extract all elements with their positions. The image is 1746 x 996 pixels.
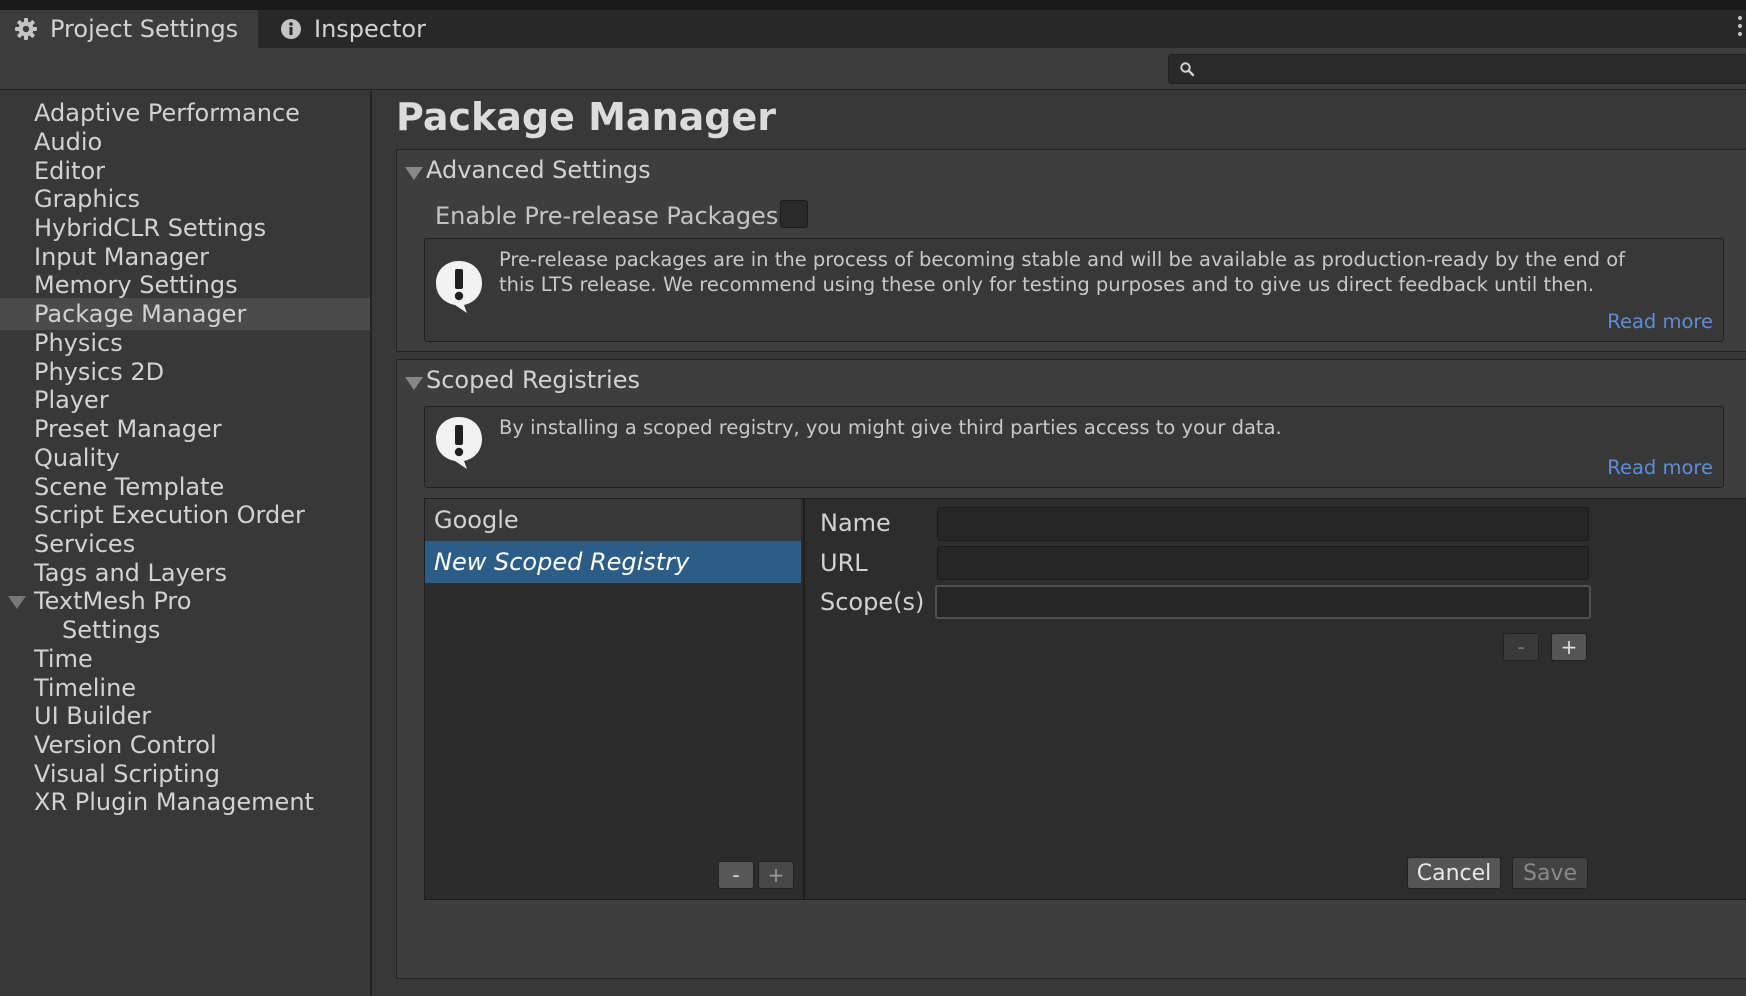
sidebar-item-services[interactable]: Services [0,528,370,560]
sidebar-item-label: Package Manager [34,300,247,328]
read-more-link[interactable]: Read more [1607,456,1713,479]
sidebar-item-label: Graphics [34,185,140,213]
warning-bubble-icon [433,415,485,475]
sidebar-item-hybridclr-settings[interactable]: HybridCLR Settings [0,212,370,244]
scope-field[interactable] [935,585,1591,619]
sidebar-item-physics[interactable]: Physics [0,327,370,359]
save-button[interactable]: Save [1512,857,1588,889]
sidebar-item-label: Timeline [34,674,137,702]
sidebar-item-label: Input Manager [34,243,209,271]
foldout-arrow-icon[interactable] [405,377,423,390]
sidebar-item-label: HybridCLR Settings [34,214,267,242]
add-registry-button[interactable]: + [758,861,794,889]
foldout-arrow-icon[interactable] [405,167,423,180]
sidebar-item-label: Settings [62,616,161,644]
sidebar-item-label: Time [34,645,93,673]
remove-scope-button[interactable]: - [1503,633,1539,661]
sidebar-item-label: TextMesh Pro [34,587,192,615]
window-top-strip [0,0,1746,10]
sidebar-item-script-execution-order[interactable]: Script Execution Order [0,499,370,531]
name-label: Name [820,509,891,537]
prerelease-help-box: Pre-release packages are in the process … [424,238,1724,342]
search-input[interactable] [1168,54,1746,84]
settings-content: Package Manager Advanced Settings Enable… [374,91,1746,996]
sidebar-item-memory-settings[interactable]: Memory Settings [0,269,370,301]
sidebar-item-label: Audio [34,128,103,156]
settings-toolbar [0,48,1746,90]
read-more-link[interactable]: Read more [1607,310,1713,333]
sidebar-item-package-manager[interactable]: Package Manager [0,298,370,330]
scoped-help-box: By installing a scoped registry, you mig… [424,406,1724,488]
sidebar-item-label: Script Execution Order [34,501,305,529]
sidebar-item-label: Tags and Layers [34,559,227,587]
info-icon [280,18,302,40]
prerelease-help-text: Pre-release packages are in the process … [499,248,1626,296]
scoped-registries-section: Scoped Registries By installing a scoped… [396,359,1746,979]
tab-bar: Project Settings Inspector [0,10,1746,48]
sidebar-item-graphics[interactable]: Graphics [0,183,370,215]
settings-sidebar: Adaptive Performance Audio Editor Graphi… [0,91,372,996]
sidebar-item-label: XR Plugin Management [34,788,314,816]
sidebar-item-label: Memory Settings [34,271,238,299]
tab-project-settings-label: Project Settings [50,15,239,43]
sidebar-item-preset-manager[interactable]: Preset Manager [0,413,370,445]
registry-item-new-scoped-registry[interactable]: New Scoped Registry [425,541,801,583]
advanced-settings-title[interactable]: Advanced Settings [426,156,651,184]
sidebar-item-label: Version Control [34,731,217,759]
prerelease-checkbox[interactable] [780,200,808,228]
page-title: Package Manager [396,95,776,139]
prerelease-toggle-label: Enable Pre-release Packages [435,202,779,230]
sidebar-item-label: Player [34,386,109,414]
search-icon [1179,61,1195,81]
sidebar-item-label: Editor [34,157,106,185]
sidebar-item-xr-plugin-management[interactable]: XR Plugin Management [0,786,370,818]
cancel-button[interactable]: Cancel [1407,857,1501,889]
sidebar-item-label: Services [34,530,136,558]
scoped-registries-title[interactable]: Scoped Registries [426,366,640,394]
advanced-settings-section: Advanced Settings Enable Pre-release Pac… [396,149,1746,352]
name-field[interactable] [937,507,1589,541]
url-label: URL [820,549,868,577]
expand-arrow-icon[interactable] [8,596,26,609]
sidebar-item-version-control[interactable]: Version Control [0,729,370,761]
sidebar-item-quality[interactable]: Quality [0,442,370,474]
tab-project-settings[interactable]: Project Settings [0,10,258,48]
tab-inspector[interactable]: Inspector [276,10,426,48]
sidebar-item-textmesh-pro-settings[interactable]: Settings [0,614,370,646]
sidebar-item-label: Adaptive Performance [34,99,300,127]
sidebar-item-label: Quality [34,444,120,472]
sidebar-item-ui-builder[interactable]: UI Builder [0,700,370,732]
scope-label: Scope(s) [820,588,925,616]
registry-details: Name URL Scope(s) - + Cancel Save [804,498,1746,900]
add-scope-button[interactable]: + [1551,633,1587,661]
sidebar-item-label: Visual Scripting [34,760,220,788]
tab-inspector-label: Inspector [314,15,426,43]
registry-item-google[interactable]: Google [425,499,801,541]
remove-registry-button[interactable]: - [718,861,754,889]
sidebar-item-time[interactable]: Time [0,643,370,675]
url-field[interactable] [937,546,1589,580]
sidebar-item-adaptive-performance[interactable]: Adaptive Performance [0,97,370,129]
gear-icon [14,17,38,41]
warning-bubble-icon [433,259,485,319]
sidebar-item-player[interactable]: Player [0,384,370,416]
sidebar-item-label: Physics [34,329,123,357]
sidebar-item-label: Physics 2D [34,358,165,386]
sidebar-item-textmesh-pro[interactable]: TextMesh Pro [0,585,370,617]
registry-list: Google New Scoped Registry - + [424,498,804,900]
sidebar-item-audio[interactable]: Audio [0,126,370,158]
sidebar-item-label: Scene Template [34,473,225,501]
scoped-help-text: By installing a scoped registry, you mig… [499,416,1282,439]
sidebar-item-label: Preset Manager [34,415,222,443]
more-options-icon[interactable] [1738,16,1742,40]
sidebar-item-label: UI Builder [34,702,152,730]
